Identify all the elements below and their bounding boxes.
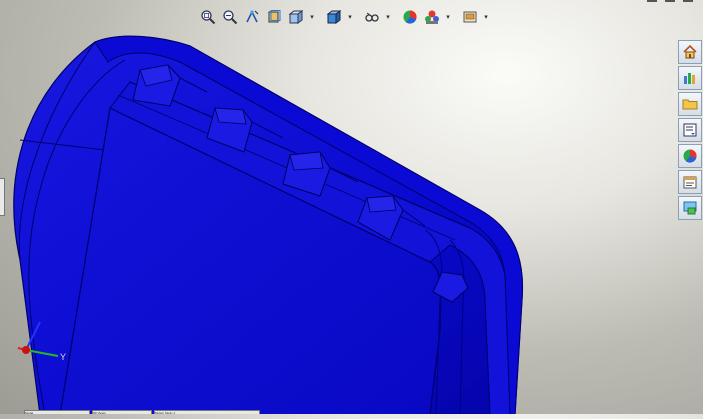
previous-view-button[interactable] [242,7,262,27]
view-orientation-button[interactable] [286,7,306,27]
folder-icon [682,99,698,110]
design-library-icon [684,73,695,84]
zoom-to-area-icon [223,10,238,25]
coordinate-triad: Y [17,321,66,362]
minimize-stub[interactable] [647,0,657,2]
apply-scene-icon [425,10,439,24]
custom-properties-icon [683,176,697,189]
edit-appearance-icon [403,10,417,24]
previous-view-icon [246,10,259,23]
tab-design-library[interactable] [678,66,702,90]
section-view-button[interactable] [264,7,284,27]
apply-scene-button[interactable] [422,7,442,27]
task-pane-tabs [677,40,703,220]
display-style-dropdown[interactable]: ▾ [346,7,354,27]
close-stub[interactable] [683,0,693,2]
tab-file-explorer[interactable] [678,92,702,116]
tab-view-palette[interactable] [678,118,702,142]
hide-show-icon [365,12,379,22]
triad-origin [22,346,30,354]
view-settings-dropdown[interactable]: ▾ [482,7,490,27]
part-model[interactable] [0,0,703,416]
view-settings-button[interactable] [460,7,480,27]
tab-model[interactable]: Model [24,410,90,414]
section-view-icon [268,10,281,23]
view-orientation-dropdown[interactable]: ▾ [308,7,316,27]
tab-appearances-scenes[interactable] [678,144,702,168]
bottom-tab-bar: Model 3D Views Motion Study 1 [0,410,703,414]
appearances-icon [683,149,697,163]
triad-y-label: Y [60,352,66,362]
graphics-viewport[interactable]: Y [0,0,703,416]
restore-stub[interactable] [665,0,675,2]
view-orientation-icon [288,10,304,24]
forum-icon [683,201,697,215]
tab-custom-properties[interactable] [678,170,702,194]
triad-z-axis [25,321,41,351]
triad-y-axis [25,349,59,357]
tab-solidworks-forum[interactable] [678,196,702,220]
zoom-to-fit-icon [201,10,216,25]
home-icon [683,44,697,59]
tab-solidworks-resources[interactable] [678,40,702,64]
window-controls [647,0,693,2]
hide-show-items-button[interactable] [362,7,382,27]
display-style-button[interactable] [324,7,344,27]
heads-up-view-toolbar: ▾ ▾ ▾ ▾ ▾ [198,6,490,28]
zoom-to-fit-button[interactable] [198,7,218,27]
apply-scene-dropdown[interactable]: ▾ [444,7,452,27]
zoom-to-area-button[interactable] [220,7,240,27]
feature-manager-edge[interactable] [0,178,5,216]
tab-3d-views[interactable]: 3D Views [92,410,152,414]
hide-show-dropdown[interactable]: ▾ [384,7,392,27]
view-settings-icon [463,11,477,23]
edit-appearance-button[interactable] [400,7,420,27]
view-palette-icon [683,123,697,137]
display-style-icon [326,10,342,24]
tab-motion-study-1[interactable]: Motion Study 1 [154,410,260,414]
